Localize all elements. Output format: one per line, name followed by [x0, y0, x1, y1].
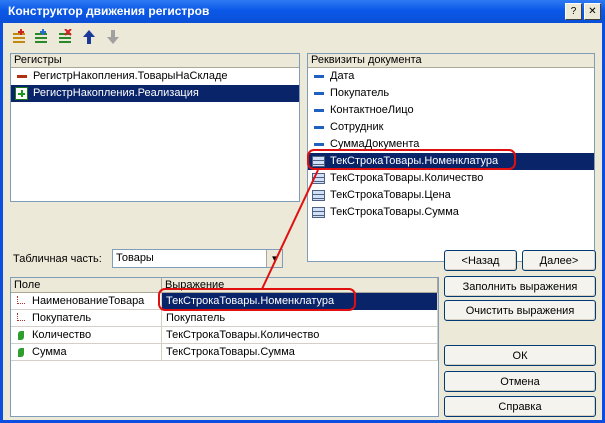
register-movement-designer-window: Конструктор движения регистров ? ✕ Регис… — [0, 0, 605, 423]
connector-arrow-icon — [261, 169, 319, 290]
